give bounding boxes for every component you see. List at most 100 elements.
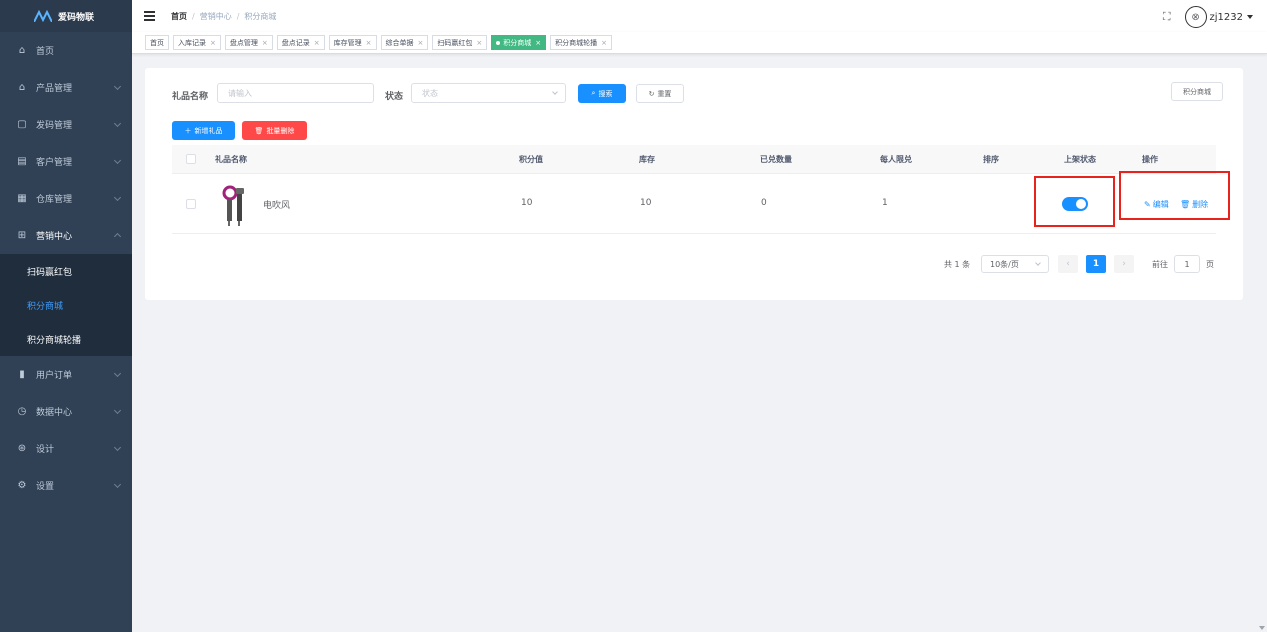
breadcrumb-home[interactable]: 首页 bbox=[171, 11, 187, 22]
page-size-select[interactable]: 10条/页 bbox=[981, 255, 1049, 273]
sidebar-item-label: 发码管理 bbox=[36, 121, 73, 131]
close-icon[interactable]: × bbox=[366, 39, 372, 47]
order-icon: ▮ bbox=[19, 369, 25, 380]
tag-label: 积分商城轮播 bbox=[555, 38, 598, 47]
column-header: 排序 bbox=[983, 155, 999, 164]
brand[interactable]: 爱码物联 bbox=[0, 0, 132, 32]
close-icon[interactable]: × bbox=[476, 39, 482, 47]
page-size-value: 10条/页 bbox=[990, 259, 1019, 269]
sidebar-item-marketing[interactable]: ⊞ 营销中心 bbox=[0, 217, 132, 254]
sidebar-subitem-scan-redpacket[interactable]: 扫码赢红包 bbox=[0, 254, 132, 288]
sidebar-item-label: 设计 bbox=[36, 445, 55, 455]
brand-title: 爱码物联 bbox=[58, 12, 95, 23]
sidebar-item-design[interactable]: ⊛ 设计 bbox=[0, 430, 132, 467]
username[interactable]: zj1232 bbox=[1210, 12, 1243, 23]
sidebar-item-label: 用户订单 bbox=[36, 371, 73, 381]
sidebar-subitem-mall-carousel[interactable]: 积分商城轮播 bbox=[0, 322, 132, 356]
sidebar-item-settings[interactable]: ⚙ 设置 bbox=[0, 467, 132, 504]
close-icon[interactable]: × bbox=[418, 39, 424, 47]
row-checkbox[interactable] bbox=[186, 199, 196, 209]
close-icon[interactable]: × bbox=[601, 39, 607, 47]
sidebar-item-home[interactable]: ⌂ 首页 bbox=[0, 32, 132, 69]
status-label: 状态 bbox=[385, 92, 404, 102]
sidebar-item-label: 首页 bbox=[36, 47, 55, 57]
refresh-icon: ↻ bbox=[648, 89, 655, 98]
sidebar-item-products[interactable]: ⌂ 产品管理 bbox=[0, 69, 132, 106]
tag-inbound-records[interactable]: 入库记录 × bbox=[173, 35, 221, 50]
brand-logo-icon bbox=[34, 10, 52, 22]
gift-name-label: 礼品名称 bbox=[172, 92, 209, 102]
add-gift-button[interactable]: ＋ 新增礼品 bbox=[172, 121, 235, 140]
hamburger-menu-icon[interactable] bbox=[144, 11, 155, 21]
sidebar-item-warehouse[interactable]: ▦ 仓库管理 bbox=[0, 180, 132, 217]
status-highlight-box bbox=[1034, 176, 1115, 227]
close-icon[interactable]: × bbox=[262, 39, 268, 47]
tag-stock-management[interactable]: 库存管理 × bbox=[328, 35, 377, 50]
product-icon: ⌂ bbox=[18, 82, 26, 93]
sidebar-item-customers[interactable]: ▤ 客户管理 bbox=[0, 143, 132, 180]
tag-documents[interactable]: 综合单据 × bbox=[380, 35, 429, 50]
marketing-icon: ⊞ bbox=[17, 230, 27, 241]
tag-label: 盘点管理 bbox=[229, 38, 258, 47]
reset-button-label: 重置 bbox=[657, 89, 672, 98]
column-header: 礼品名称 bbox=[215, 155, 247, 164]
home-icon: ⌂ bbox=[18, 45, 26, 56]
chevron-down-icon bbox=[552, 89, 558, 95]
batch-delete-button[interactable]: 🗑 批量删除 bbox=[242, 121, 307, 140]
sidebar-item-label: 客户管理 bbox=[36, 158, 73, 168]
points-mall-button[interactable]: 积分商城 bbox=[1171, 82, 1223, 101]
tag-label: 综合单据 bbox=[385, 38, 414, 47]
sidebar-item-data[interactable]: ◷ 数据中心 bbox=[0, 393, 132, 430]
chevron-down-icon bbox=[113, 156, 122, 165]
tag-inventory-check[interactable]: 盘点管理 × bbox=[224, 35, 273, 50]
code-icon: ▢ bbox=[17, 119, 27, 130]
tag-home[interactable]: 首页 bbox=[145, 35, 169, 50]
points-cell: 10 bbox=[521, 198, 533, 208]
chevron-down-icon bbox=[113, 119, 122, 128]
chevron-down-icon bbox=[113, 480, 122, 489]
breadcrumb: 首页 / 营销中心 / 积分商城 bbox=[171, 11, 276, 22]
caret-down-icon[interactable] bbox=[1247, 15, 1253, 19]
status-select[interactable]: 状态 bbox=[411, 83, 566, 103]
tag-points-mall[interactable]: 积分商城 × bbox=[491, 35, 547, 50]
data-icon: ◷ bbox=[17, 406, 27, 417]
sidebar-item-codes[interactable]: ▢ 发码管理 bbox=[0, 106, 132, 143]
goto-page-input[interactable]: 1 bbox=[1174, 255, 1200, 273]
actions-highlight-box bbox=[1119, 171, 1230, 220]
prev-page-button[interactable]: ‹ bbox=[1058, 255, 1078, 273]
tag-check-records[interactable]: 盘点记录 × bbox=[276, 35, 325, 50]
page-1-button[interactable]: 1 bbox=[1086, 255, 1106, 273]
breadcrumb-separator: / bbox=[236, 11, 240, 21]
column-header: 库存 bbox=[639, 155, 655, 164]
pagination-total: 共 1 条 bbox=[944, 260, 971, 269]
limit-cell: 1 bbox=[882, 198, 888, 208]
tag-label: 库存管理 bbox=[333, 38, 362, 47]
warehouse-icon: ▦ bbox=[17, 193, 27, 204]
active-dot-icon bbox=[496, 40, 501, 45]
settings-icon: ⚙ bbox=[17, 480, 27, 491]
tags-view: 首页 入库记录 × 盘点管理 × 盘点记录 × 库存管理 × 综合单据 × 扫码赢红包 × … bbox=[132, 32, 1267, 54]
tag-mall-carousel[interactable]: 积分商城轮播 × bbox=[550, 35, 612, 50]
breadcrumb-marketing[interactable]: 营销中心 bbox=[200, 11, 232, 22]
next-page-button[interactable]: › bbox=[1114, 255, 1134, 273]
chevron-down-icon bbox=[113, 82, 122, 91]
close-icon[interactable]: × bbox=[535, 39, 541, 47]
plus-icon: ＋ bbox=[184, 126, 192, 135]
close-icon[interactable]: × bbox=[210, 39, 216, 47]
gift-name-input[interactable]: 请输入 bbox=[217, 83, 374, 103]
sidebar-subitem-points-mall[interactable]: 积分商城 bbox=[0, 288, 132, 322]
chevron-up-icon bbox=[113, 232, 122, 241]
reset-button[interactable]: ↻ 重置 bbox=[636, 84, 684, 103]
batch-delete-label: 批量删除 bbox=[266, 126, 295, 135]
sidebar-item-label: 产品管理 bbox=[36, 84, 73, 94]
scroll-down-arrow-icon[interactable] bbox=[1259, 626, 1265, 630]
avatar[interactable]: ⊗ bbox=[1184, 6, 1207, 28]
column-header: 操作 bbox=[1142, 155, 1158, 164]
tag-scan-redpacket[interactable]: 扫码赢红包 × bbox=[432, 35, 488, 50]
close-icon[interactable]: × bbox=[314, 39, 320, 47]
search-button[interactable]: ⌕ 搜索 bbox=[578, 84, 626, 103]
fullscreen-icon[interactable]: ⛶ bbox=[1163, 10, 1171, 24]
tag-label: 积分商城 bbox=[503, 38, 532, 47]
select-all-checkbox[interactable] bbox=[186, 154, 196, 164]
sidebar-item-orders[interactable]: ▮ 用户订单 bbox=[0, 356, 132, 393]
